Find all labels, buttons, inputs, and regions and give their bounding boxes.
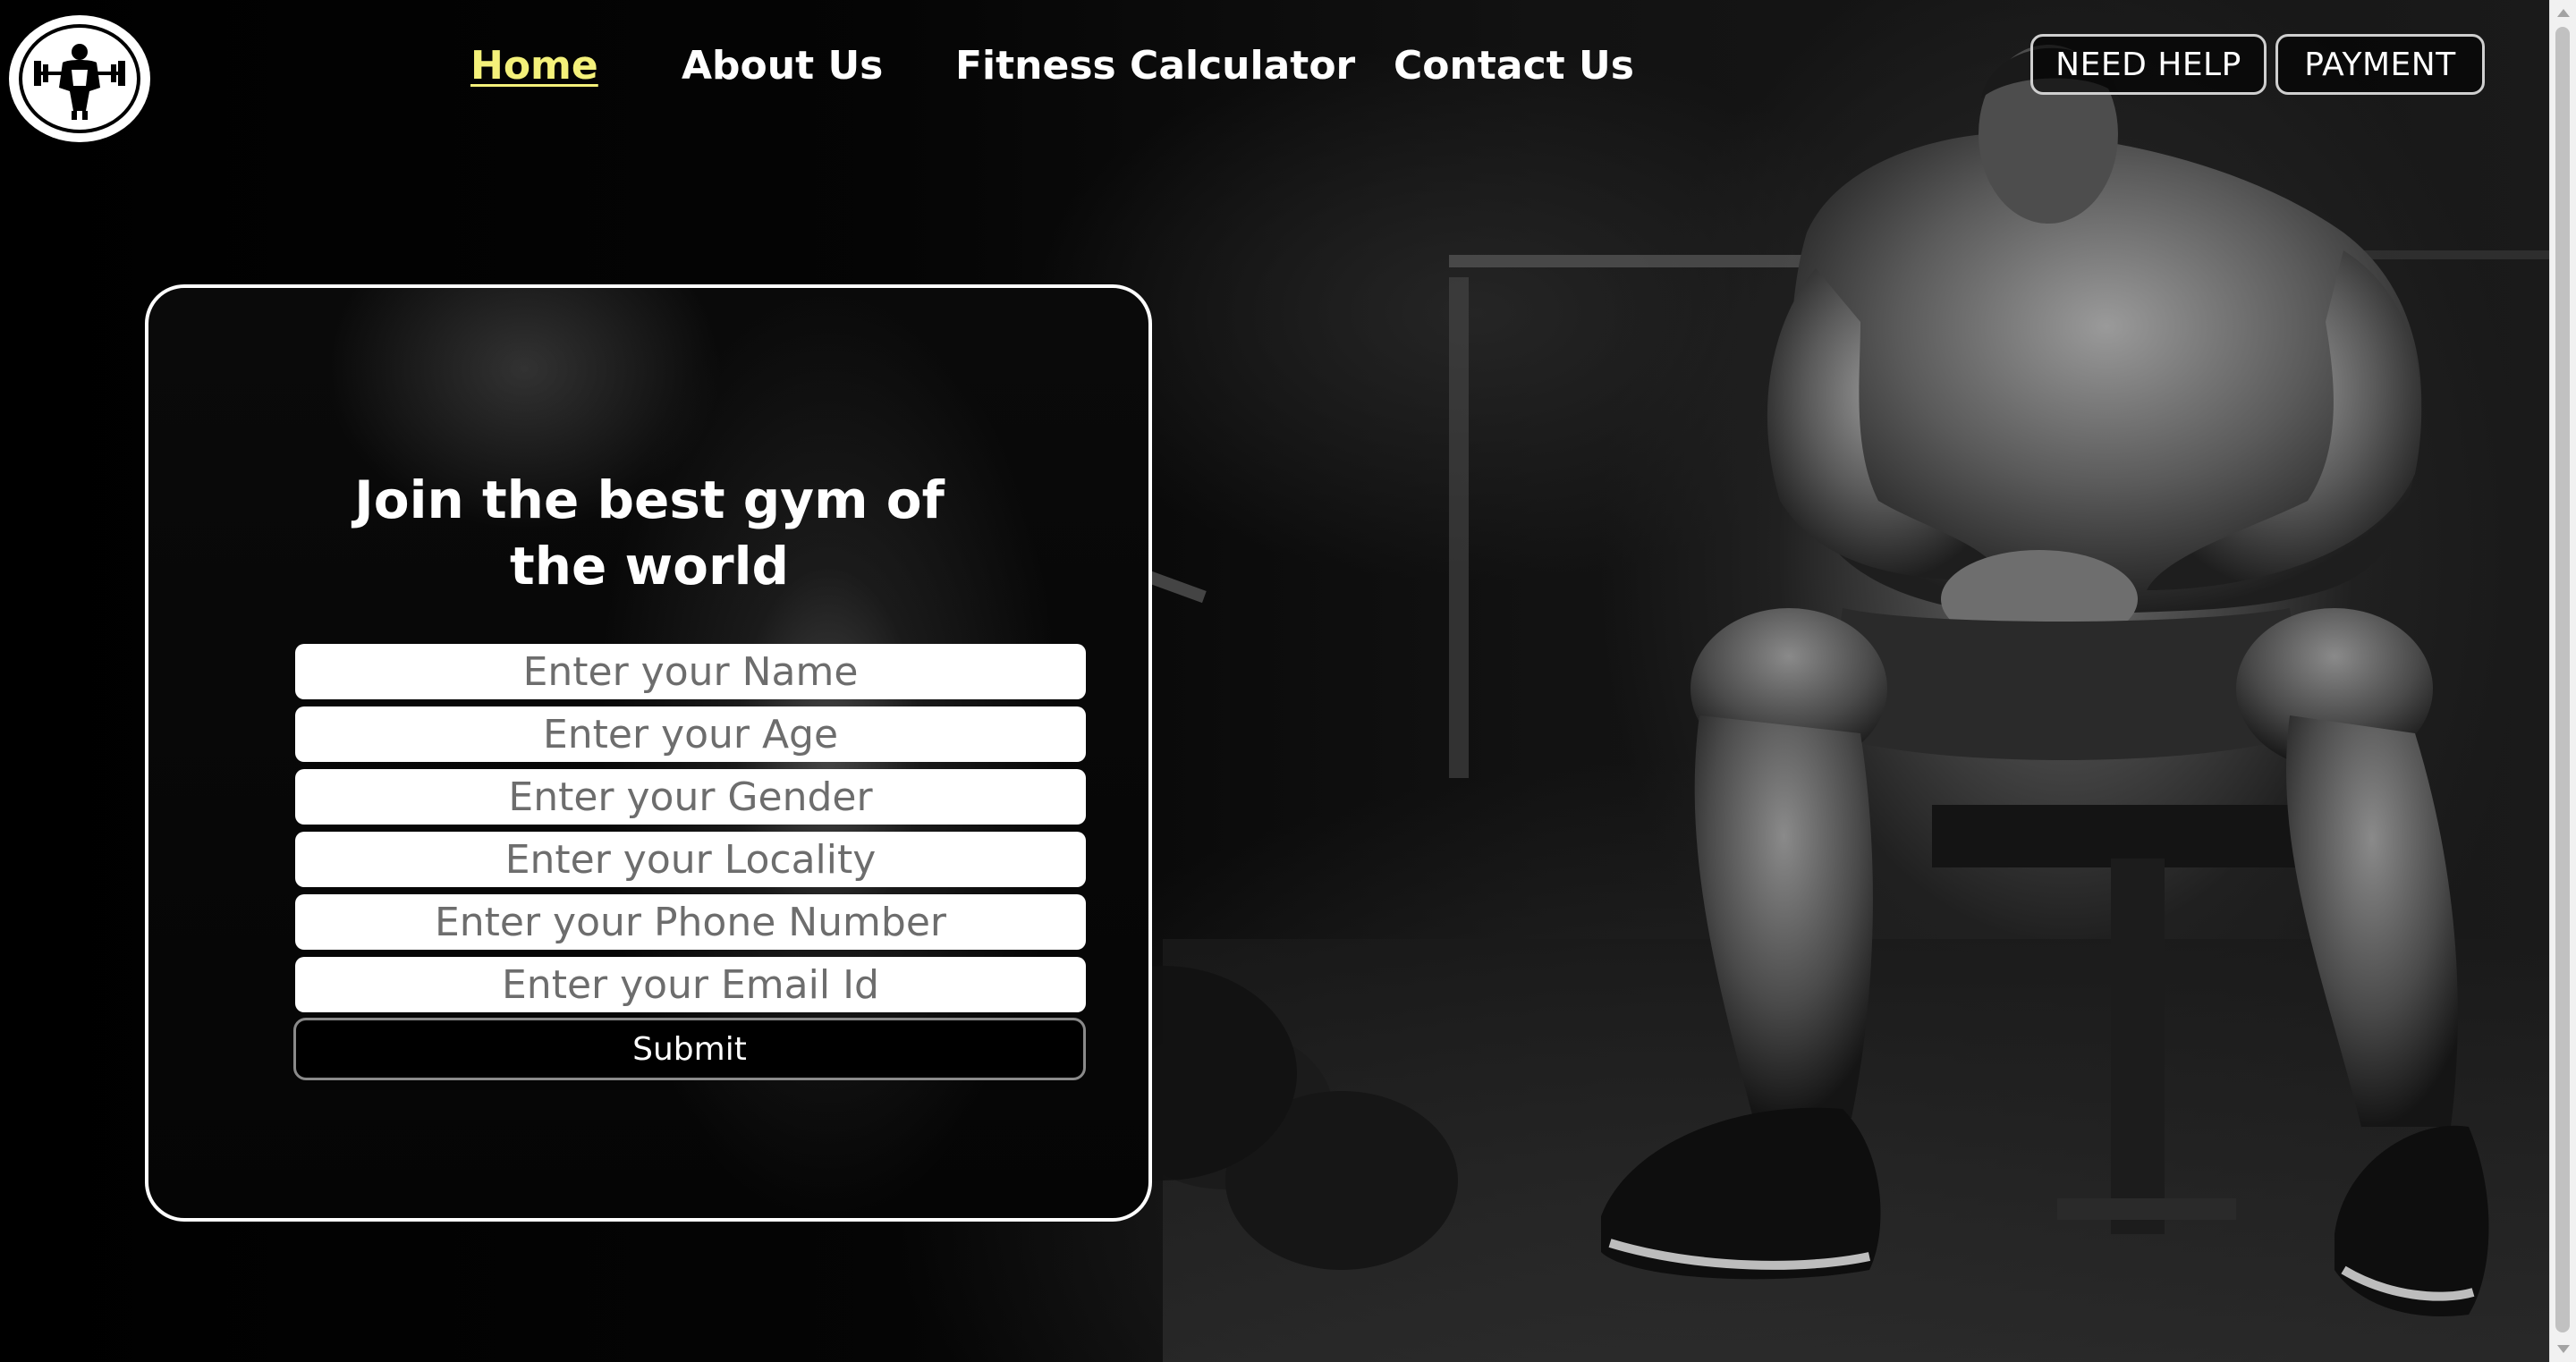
age-input[interactable] [295, 706, 1086, 762]
locality-input[interactable] [295, 832, 1086, 887]
gym-logo[interactable] [9, 15, 150, 142]
nav-home[interactable]: Home [470, 43, 598, 89]
join-form-card: Join the best gym of the world Submit [145, 284, 1152, 1222]
submit-button[interactable]: Submit [293, 1018, 1086, 1080]
phone-input[interactable] [295, 894, 1086, 950]
email-input[interactable] [295, 957, 1086, 1012]
payment-button[interactable]: PAYMENT [2275, 34, 2485, 95]
page-scrollbar[interactable] [2549, 0, 2576, 1362]
nav-fitness-calculator[interactable]: Fitness Calculator [955, 43, 1355, 89]
gender-input[interactable] [295, 769, 1086, 825]
scroll-down-icon[interactable] [2557, 1345, 2570, 1353]
nav-about-us[interactable]: About Us [682, 43, 883, 89]
scroll-up-icon[interactable] [2557, 9, 2570, 17]
scroll-thumb[interactable] [2555, 27, 2570, 1332]
need-help-button[interactable]: NEED HELP [2030, 34, 2267, 95]
nav-contact-us[interactable]: Contact Us [1394, 43, 1634, 89]
page: Home About Us Fitness Calculator Contact… [0, 0, 2576, 1362]
bodybuilder-barbell-icon [19, 24, 140, 133]
name-input[interactable] [295, 644, 1086, 699]
form-title: Join the best gym of the world [354, 470, 945, 596]
